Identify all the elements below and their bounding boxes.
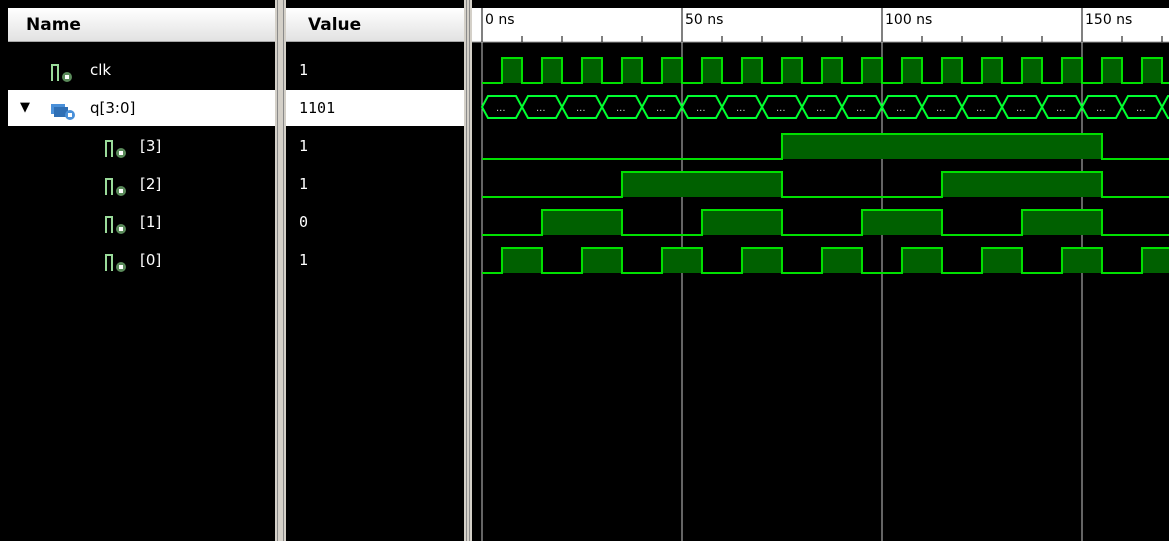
signal-icon [104,212,130,234]
wave-high-fill [662,58,682,83]
wave-high-fill [862,210,942,235]
bus-value-label: ... [576,103,586,114]
signal-name-label: [1] [140,213,162,231]
wave-high-fill [822,248,862,273]
signal-value: 1 [299,175,309,193]
signal-row-clk[interactable]: clk [8,52,275,88]
wave-high-fill [982,58,1002,83]
signal-value: 1 [299,137,309,155]
bus-value-label: ... [1056,103,1066,114]
bus-value-label: ... [616,103,626,114]
wave-high-fill [862,58,882,83]
wave-high-fill [1022,58,1042,83]
signal-value: 1 [299,251,309,269]
waveform-panel[interactable]: 0 ns 50 ns 100 ns 150 ns...................… [472,0,1169,541]
signal-name-label: [2] [140,175,162,193]
signal-row-bit0[interactable]: [0] [8,242,275,278]
wave-high-fill [702,58,722,83]
wave-high-fill [902,248,942,273]
signal-icon [104,250,130,272]
wave-high-fill [1022,210,1102,235]
bus-value-label: ... [696,103,706,114]
timeline-tick-label: 150 ns [1085,12,1132,28]
signal-icon [104,174,130,196]
bus-value-label: ... [1016,103,1026,114]
wave-high-fill [542,58,562,83]
timeline-ruler [472,8,1169,42]
wave-high-fill [662,248,702,273]
wave-high-fill [502,248,542,273]
timeline-tick-label: 50 ns [685,12,723,28]
bus-value-label: ... [816,103,826,114]
column-splitter[interactable] [275,0,286,541]
wave-high-fill [902,58,922,83]
wave-high-fill [1142,58,1162,83]
signal-name-panel: Name clk ▼ q[3:0] [3] [2] [1] [0] [0,0,275,541]
signal-icon [50,60,76,82]
bus-value-label: ... [656,103,666,114]
bus-segment [1160,95,1169,119]
bus-value-label: ... [1136,103,1146,114]
timeline-tick-label: 100 ns [885,12,932,28]
bus-value-label: ... [536,103,546,114]
bus-value-label: ... [776,103,786,114]
wave-high-fill [582,58,602,83]
bus-value-label: ... [856,103,866,114]
wave-high-fill [782,134,1102,159]
wave-high-fill [982,248,1022,273]
name-column-header[interactable]: Name [8,8,275,42]
wave-high-fill [542,210,622,235]
signal-row-bit1[interactable]: [1] [8,204,275,240]
timeline-tick-label: 0 ns [485,12,515,28]
signal-icon [104,136,130,158]
signal-value: 1 [299,61,309,79]
signal-value-panel: Value 1 1101 1 1 0 1 [286,0,464,541]
waveform-canvas[interactable]: 0 ns 50 ns 100 ns 150 ns...................… [472,0,1169,541]
signal-name-label: [0] [140,251,162,269]
signal-row-bit3[interactable]: [3] [8,128,275,164]
signal-row-bit2[interactable]: [2] [8,166,275,202]
wave-high-fill [942,58,962,83]
wave-high-fill [582,248,622,273]
expand-arrow-icon[interactable]: ▼ [20,90,30,126]
bus-value-label: ... [1096,103,1106,114]
wave-high-fill [942,172,1102,197]
wave-high-fill [622,172,782,197]
wave-high-fill [1102,58,1122,83]
wave-high-fill [502,58,522,83]
signal-row-q[interactable]: ▼ q[3:0] [8,90,275,126]
wave-high-fill [822,58,842,83]
signal-value: 1101 [286,90,464,126]
signal-name-label: q[3:0] [90,99,136,117]
wave-high-fill [742,248,782,273]
bus-value-label: ... [976,103,986,114]
wave-high-fill [1142,248,1169,273]
signal-name-label: clk [90,61,112,79]
bus-value-label: ... [896,103,906,114]
wave-high-fill [702,210,782,235]
wave-high-fill [782,58,802,83]
wave-high-fill [1062,58,1082,83]
wave-high-fill [1062,248,1102,273]
bus-value-label: ... [496,103,506,114]
bus-icon [50,98,76,120]
value-column-header[interactable]: Value [286,8,464,42]
wave-high-fill [742,58,762,83]
bus-value-label: ... [936,103,946,114]
signal-name-label: [3] [140,137,162,155]
wave-high-fill [622,58,642,83]
bus-value-label: ... [736,103,746,114]
signal-value: 0 [299,213,309,231]
waveform-splitter[interactable] [464,0,472,541]
